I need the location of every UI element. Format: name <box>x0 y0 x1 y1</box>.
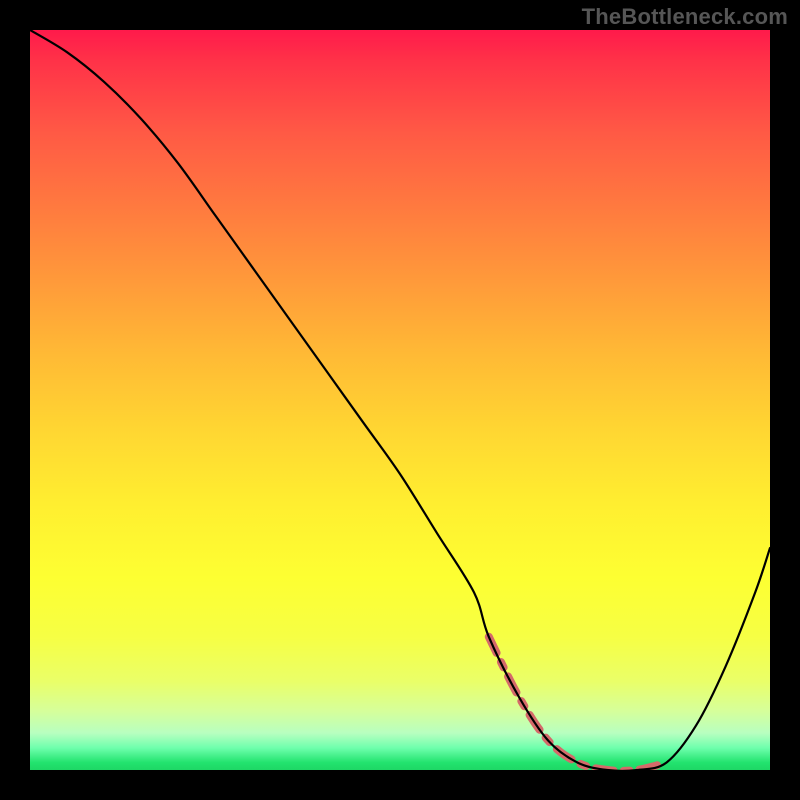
watermark-text: TheBottleneck.com <box>582 4 788 30</box>
valley-highlight <box>489 637 667 770</box>
plot-area <box>30 30 770 770</box>
bottleneck-curve-svg <box>30 30 770 770</box>
bottleneck-curve <box>30 30 770 770</box>
chart-stage: TheBottleneck.com <box>0 0 800 800</box>
